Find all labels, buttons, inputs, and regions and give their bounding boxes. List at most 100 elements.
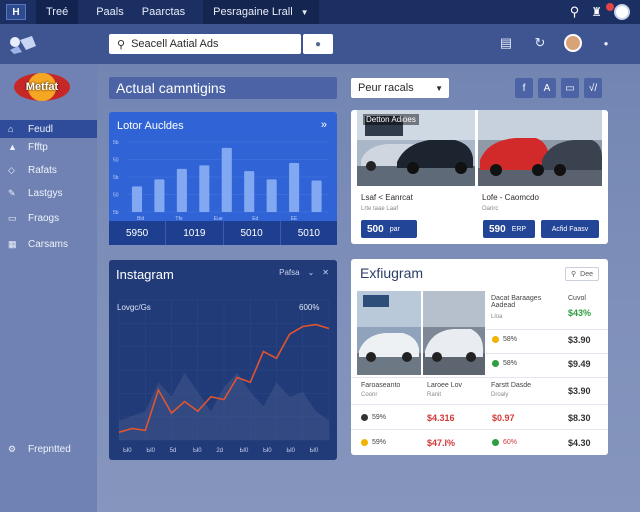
price-value: 500 (367, 223, 384, 235)
image-sublabel: Coonr (361, 392, 378, 398)
line-chart-card: Lovgc/Gs 600% Ы0 Ы0 5d Ы0 2d Ы0 Ы0 Ы0 Ы0 Instagram… (109, 260, 337, 460)
sidebar-item-label: Carsams (28, 238, 69, 250)
bar (199, 165, 210, 212)
tab-dropdown[interactable]: Pesragaine Lrall ▼ (203, 0, 319, 24)
filter-label: Peur racals (358, 82, 414, 94)
y-tick-label: 5b (113, 175, 119, 181)
header-col2: Cuvol (568, 295, 586, 302)
profile-icon[interactable] (614, 4, 630, 20)
price-unit: par (389, 225, 400, 233)
footer-value: 5010 (222, 221, 280, 245)
value-label: 600% (299, 303, 319, 312)
x-tick-label: Ы0 (310, 448, 319, 454)
sidebar-item-label: Ffftp (28, 141, 48, 153)
sidebar-item-feed[interactable]: ⌂ Feudl (0, 120, 97, 138)
bar (289, 163, 300, 212)
sidebar-item-stats[interactable]: ▲ Ffftp (0, 138, 97, 156)
bar (221, 147, 232, 212)
sidebar-item-rates[interactable]: ◇ Rafats (0, 161, 97, 179)
expand-icon[interactable]: » (321, 119, 327, 131)
card-title: Lotor Aucldes (117, 120, 184, 132)
row-divider (351, 377, 608, 378)
y-tick-label: 5b (113, 210, 119, 216)
search-icon: ⚲ (571, 271, 577, 278)
image-sublabel: Droaly (491, 392, 509, 398)
footer-value: 5950 (126, 227, 149, 239)
refresh-icon[interactable]: ↻ (530, 33, 550, 53)
car-label: Lofe - Caomcdo (482, 193, 539, 202)
app-logo[interactable]: H (6, 4, 26, 20)
brand-icon (10, 36, 36, 54)
series-label: Lovgc/Gs (117, 303, 151, 312)
status-dot (492, 336, 499, 343)
y-tick-label: 50 (113, 193, 119, 199)
y-tick-label: 5b (113, 140, 119, 146)
text-button[interactable]: A (538, 78, 556, 98)
mic-button[interactable]: ● (303, 34, 333, 54)
layout-button[interactable]: ▭ (561, 78, 579, 98)
brand-logo: Metfat (14, 73, 70, 101)
row-divider (351, 429, 608, 430)
sidebar-item-frogs[interactable]: ▭ Fraogs (0, 209, 97, 227)
tag-icon: ◇ (8, 164, 15, 175)
control-label: Dee (580, 270, 593, 278)
chevron-down-icon: ▼ (435, 83, 443, 93)
price-unit: ERP (511, 225, 527, 233)
close-icon[interactable]: ✕ (322, 268, 329, 277)
footer-value: 5010 (279, 221, 337, 245)
bookmark-icon[interactable]: ▤ (496, 33, 516, 53)
tab-pages[interactable]: Paals (96, 0, 124, 24)
filter-dropdown[interactable]: Peur racals ▼ (351, 78, 449, 98)
image-sublabel: Ranit (427, 392, 442, 398)
layers-icon: ▭ (8, 212, 17, 223)
row-pct: 58% (503, 336, 518, 343)
sidebar-bottom-item[interactable]: ⚙ Frepntted (0, 440, 97, 458)
notifications-icon[interactable]: ♜ (591, 5, 602, 19)
page-title: Actual camntigins (109, 77, 337, 99)
search-icon[interactable]: ⚲ (570, 4, 580, 20)
image-caption: Detton Adioes (363, 114, 419, 125)
status-dot (361, 439, 368, 446)
line-chart: Lovgc/Gs 600% Ы0 Ы0 5d Ы0 2d Ы0 Ы0 Ы0 Ы0 (117, 299, 330, 454)
x-tick-label: Ы0 (146, 448, 155, 454)
tab-home[interactable]: Treé (36, 0, 79, 24)
bar (244, 171, 255, 212)
table-image-1 (357, 291, 421, 375)
card-title: Exfiugram (360, 265, 424, 281)
bar (311, 180, 322, 212)
pen-icon: ✎ (8, 187, 16, 198)
header-col1: Dacat Baraages Aadead (491, 295, 542, 309)
sidebar-item-campaigns[interactable]: ▦ Carsams (0, 235, 97, 253)
add-action-button[interactable]: Acfid Faasv (541, 220, 599, 238)
x-tick-label: Ы0 (240, 448, 249, 454)
period-select[interactable]: Pafsa (279, 268, 299, 277)
row-divider (486, 353, 608, 354)
x-tick-label: Ы0 (263, 448, 272, 454)
row-pct: 59% (372, 439, 387, 446)
table-image-2 (423, 291, 485, 375)
tab-products[interactable]: Paarctas (142, 0, 185, 24)
header-icons: ▤ ↻ ● (496, 33, 616, 53)
row-value: $9.49 (568, 359, 591, 369)
facebook-button[interactable]: f (515, 78, 533, 98)
chevron-down-icon[interactable]: ⌄ (308, 268, 315, 277)
price-button[interactable]: 500 par (361, 220, 417, 238)
bar-card-footer: 5950 1019 5010 5010 (109, 221, 337, 245)
row-pct: 60% (503, 439, 518, 446)
row-divider (351, 404, 608, 405)
card-control[interactable]: ⚲ Dee (565, 267, 599, 281)
search-icon: ⚲ (117, 38, 126, 51)
y-tick-label: 50 (113, 158, 119, 164)
avatar[interactable] (564, 34, 582, 52)
formula-button[interactable]: √/ (584, 78, 602, 98)
more-icon[interactable]: ● (596, 33, 616, 53)
search-placeholder: Seacell Aatial Ads (131, 38, 219, 50)
row-value: $47.I% (427, 438, 456, 448)
x-tick-label: Ы0 (193, 448, 202, 454)
car-sublabel: Lrte taae Laaf (361, 206, 399, 212)
row-pct: 59% (372, 414, 387, 421)
search-input[interactable]: ⚲ Seacell Aatial Ads (109, 34, 301, 54)
sidebar-item-lastgys[interactable]: ✎ Lastgys (0, 184, 97, 202)
sidebar-item-label: Fraogs (28, 212, 60, 224)
price-button[interactable]: 590 ERP (483, 220, 535, 238)
